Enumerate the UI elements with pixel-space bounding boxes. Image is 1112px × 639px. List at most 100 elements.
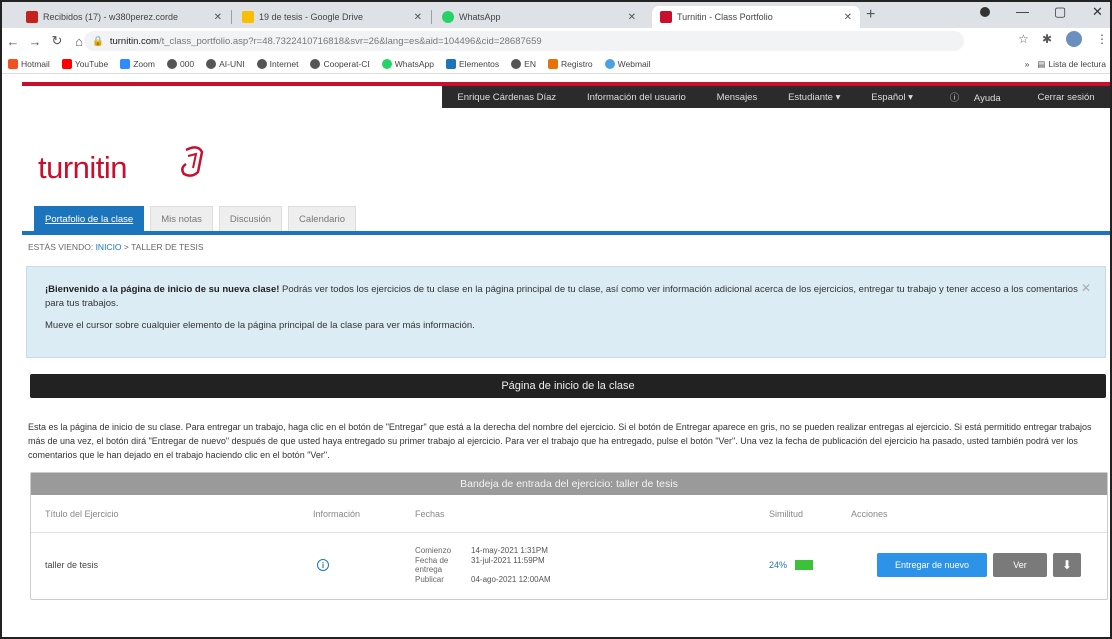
col-dates: Fechas: [415, 508, 445, 519]
bookmark-en[interactable]: EN: [511, 58, 536, 69]
class-home-description: Esta es la página de inicio de su clase.…: [28, 422, 1092, 460]
tab-my-grades[interactable]: Mis notas: [150, 206, 213, 232]
inbox-title: Bandeja de entrada del ejercicio: taller…: [31, 473, 1107, 495]
back-icon[interactable]: ←: [2, 34, 24, 49]
bookmark-webmail[interactable]: Webmail: [604, 58, 651, 69]
actions: Entregar de nuevo Ver ⬇: [877, 553, 1081, 577]
close-icon[interactable]: ✕: [414, 12, 422, 23]
extensions-icon[interactable]: ✱: [1042, 32, 1052, 46]
tab-calendar[interactable]: Calendario: [288, 206, 356, 232]
tab-class-portfolio[interactable]: Portafolio de la clase: [34, 206, 145, 232]
help-icon: ⓘ: [949, 93, 962, 104]
forward-icon[interactable]: →: [24, 34, 46, 49]
bookmark-hotmail[interactable]: Hotmail: [8, 58, 50, 69]
record-icon[interactable]: [980, 7, 990, 17]
mail-icon: [604, 58, 615, 69]
zoom-icon: [120, 58, 131, 69]
tab-gmail[interactable]: Recibidos (17) - w380perez.corde ✕: [18, 6, 230, 28]
close-icon[interactable]: ✕: [1081, 281, 1091, 295]
menu-language[interactable]: Español ▾: [865, 92, 919, 103]
col-similarity: Similitud: [769, 508, 804, 519]
assignment-inbox: Bandeja de entrada del ejercicio: taller…: [30, 472, 1108, 600]
apps-icon: [8, 58, 18, 69]
youtube-icon: [61, 58, 72, 69]
drive-icon: [242, 11, 254, 23]
chevron-right-icon[interactable]: »: [1025, 59, 1030, 69]
bookmark-elementos[interactable]: Elementos: [446, 58, 499, 69]
tab-label: 19 de tesis - Google Drive: [259, 12, 364, 22]
download-icon[interactable]: ⬇: [1053, 553, 1081, 577]
menu-role[interactable]: Estudiante ▾: [782, 92, 846, 103]
reading-list[interactable]: ▤ Lista de lectura: [1037, 59, 1106, 70]
gmail-icon: [26, 11, 38, 23]
user-menu-bar: Enrique Cárdenas Díaz Información del us…: [442, 86, 1110, 108]
breadcrumb: ESTÁS VIENDO: INICIO > TALLER DE TESIS: [28, 242, 204, 252]
tab-turnitin[interactable]: Turnitin - Class Portfolio ✕: [652, 6, 860, 28]
minimize-button[interactable]: —: [1016, 4, 1029, 19]
tab-whatsapp[interactable]: WhatsApp ✕: [434, 6, 644, 28]
close-window-button[interactable]: ✕: [1092, 4, 1103, 20]
tab-label: Recibidos (17) - w380perez.corde: [43, 12, 179, 22]
welcome-title: ¡Bienvenido a la página de inicio de su …: [45, 284, 280, 295]
bookmark-icon: [446, 58, 456, 69]
class-nav-tabs: Portafolio de la clase Mis notas Discusi…: [34, 206, 356, 232]
similarity-score[interactable]: 24%: [769, 560, 814, 570]
tab-drive[interactable]: 19 de tesis - Google Drive ✕: [234, 6, 430, 28]
url-domain: turnitin.com: [109, 35, 159, 47]
assignment-title: taller de tesis: [45, 560, 99, 570]
globe-icon: [511, 58, 522, 69]
welcome-message: ✕ ¡Bienvenido a la página de inicio de s…: [26, 266, 1106, 358]
tab-label: Turnitin - Class Portfolio: [677, 12, 773, 22]
globe-icon: [206, 58, 217, 69]
turnitin-logo: turnitin: [38, 150, 128, 185]
whatsapp-icon: [442, 11, 454, 23]
more-icon[interactable]: ⋮: [1096, 32, 1108, 46]
info-icon[interactable]: i: [317, 559, 329, 571]
bookmark-ai-uni[interactable]: AI-UNI: [206, 58, 245, 69]
globe-icon: [256, 58, 267, 69]
welcome-hint: Mueve el cursor sobre cualquier elemento…: [45, 320, 475, 331]
lock-icon: 🔒: [92, 35, 104, 47]
menu-messages[interactable]: Mensajes: [711, 92, 764, 103]
bookmark-000[interactable]: 000: [166, 58, 194, 69]
assignment-dates: Comienzo 14-may-2021 1:31PM Fecha de entr…: [415, 546, 551, 584]
url-path: /t_class_portfolio.asp?r=48.732241071681…: [158, 35, 542, 47]
bookmark-whatsapp[interactable]: WhatsApp: [381, 58, 434, 69]
table-row: taller de tesis i Comienzo 14-may-2021 1:…: [31, 533, 1107, 597]
resubmit-button[interactable]: Entregar de nuevo: [877, 553, 987, 577]
turnitin-page: Enrique Cárdenas Díaz Información del us…: [2, 74, 1110, 637]
star-icon[interactable]: ☆: [1018, 32, 1029, 46]
bookmark-cooperat[interactable]: Cooperat-CI: [310, 58, 370, 69]
globe-icon: [310, 58, 321, 69]
close-icon[interactable]: ✕: [214, 12, 222, 23]
col-actions: Acciones: [851, 508, 888, 519]
browser-tab-bar: Recibidos (17) - w380perez.corde ✕ 19 de…: [2, 2, 1110, 28]
view-button[interactable]: Ver: [993, 553, 1047, 577]
close-icon[interactable]: ✕: [628, 12, 636, 23]
browser-toolbar: ← → ↻ ⌂ 🔒 turnitin.com/t_class_portfolio…: [2, 28, 1110, 54]
nav-underline: [22, 231, 1110, 235]
col-title: Título del Ejercicio: [45, 508, 119, 519]
address-bar[interactable]: 🔒 turnitin.com/t_class_portfolio.asp?r=4…: [84, 31, 964, 51]
bookmark-zoom[interactable]: Zoom: [120, 58, 155, 69]
tab-label: WhatsApp: [459, 12, 501, 22]
menu-help[interactable]: ⓘ Ayuda: [938, 90, 1013, 104]
user-name[interactable]: Enrique Cárdenas Díaz: [451, 92, 562, 103]
new-tab-button[interactable]: +: [866, 6, 875, 24]
tab-discussion[interactable]: Discusión: [218, 206, 283, 232]
turnitin-icon: [660, 11, 672, 23]
bookmark-icon: [547, 58, 558, 69]
bookmark-registro[interactable]: Registro: [547, 58, 593, 69]
menu-logout[interactable]: Cerrar sesión: [1032, 92, 1101, 103]
reload-icon[interactable]: ↻: [46, 33, 68, 49]
bookmark-youtube[interactable]: YouTube: [61, 58, 108, 69]
breadcrumb-home-link[interactable]: INICIO: [96, 242, 122, 252]
col-info: Información: [313, 508, 361, 519]
inbox-column-headers: Título del Ejercicio Información Fechas …: [31, 495, 1107, 533]
maximize-button[interactable]: ▢: [1054, 4, 1066, 20]
avatar[interactable]: [1066, 31, 1082, 47]
close-icon[interactable]: ✕: [844, 12, 852, 23]
menu-user-info[interactable]: Información del usuario: [581, 92, 692, 103]
bookmark-internet[interactable]: Internet: [256, 58, 298, 69]
whatsapp-icon: [381, 58, 392, 69]
